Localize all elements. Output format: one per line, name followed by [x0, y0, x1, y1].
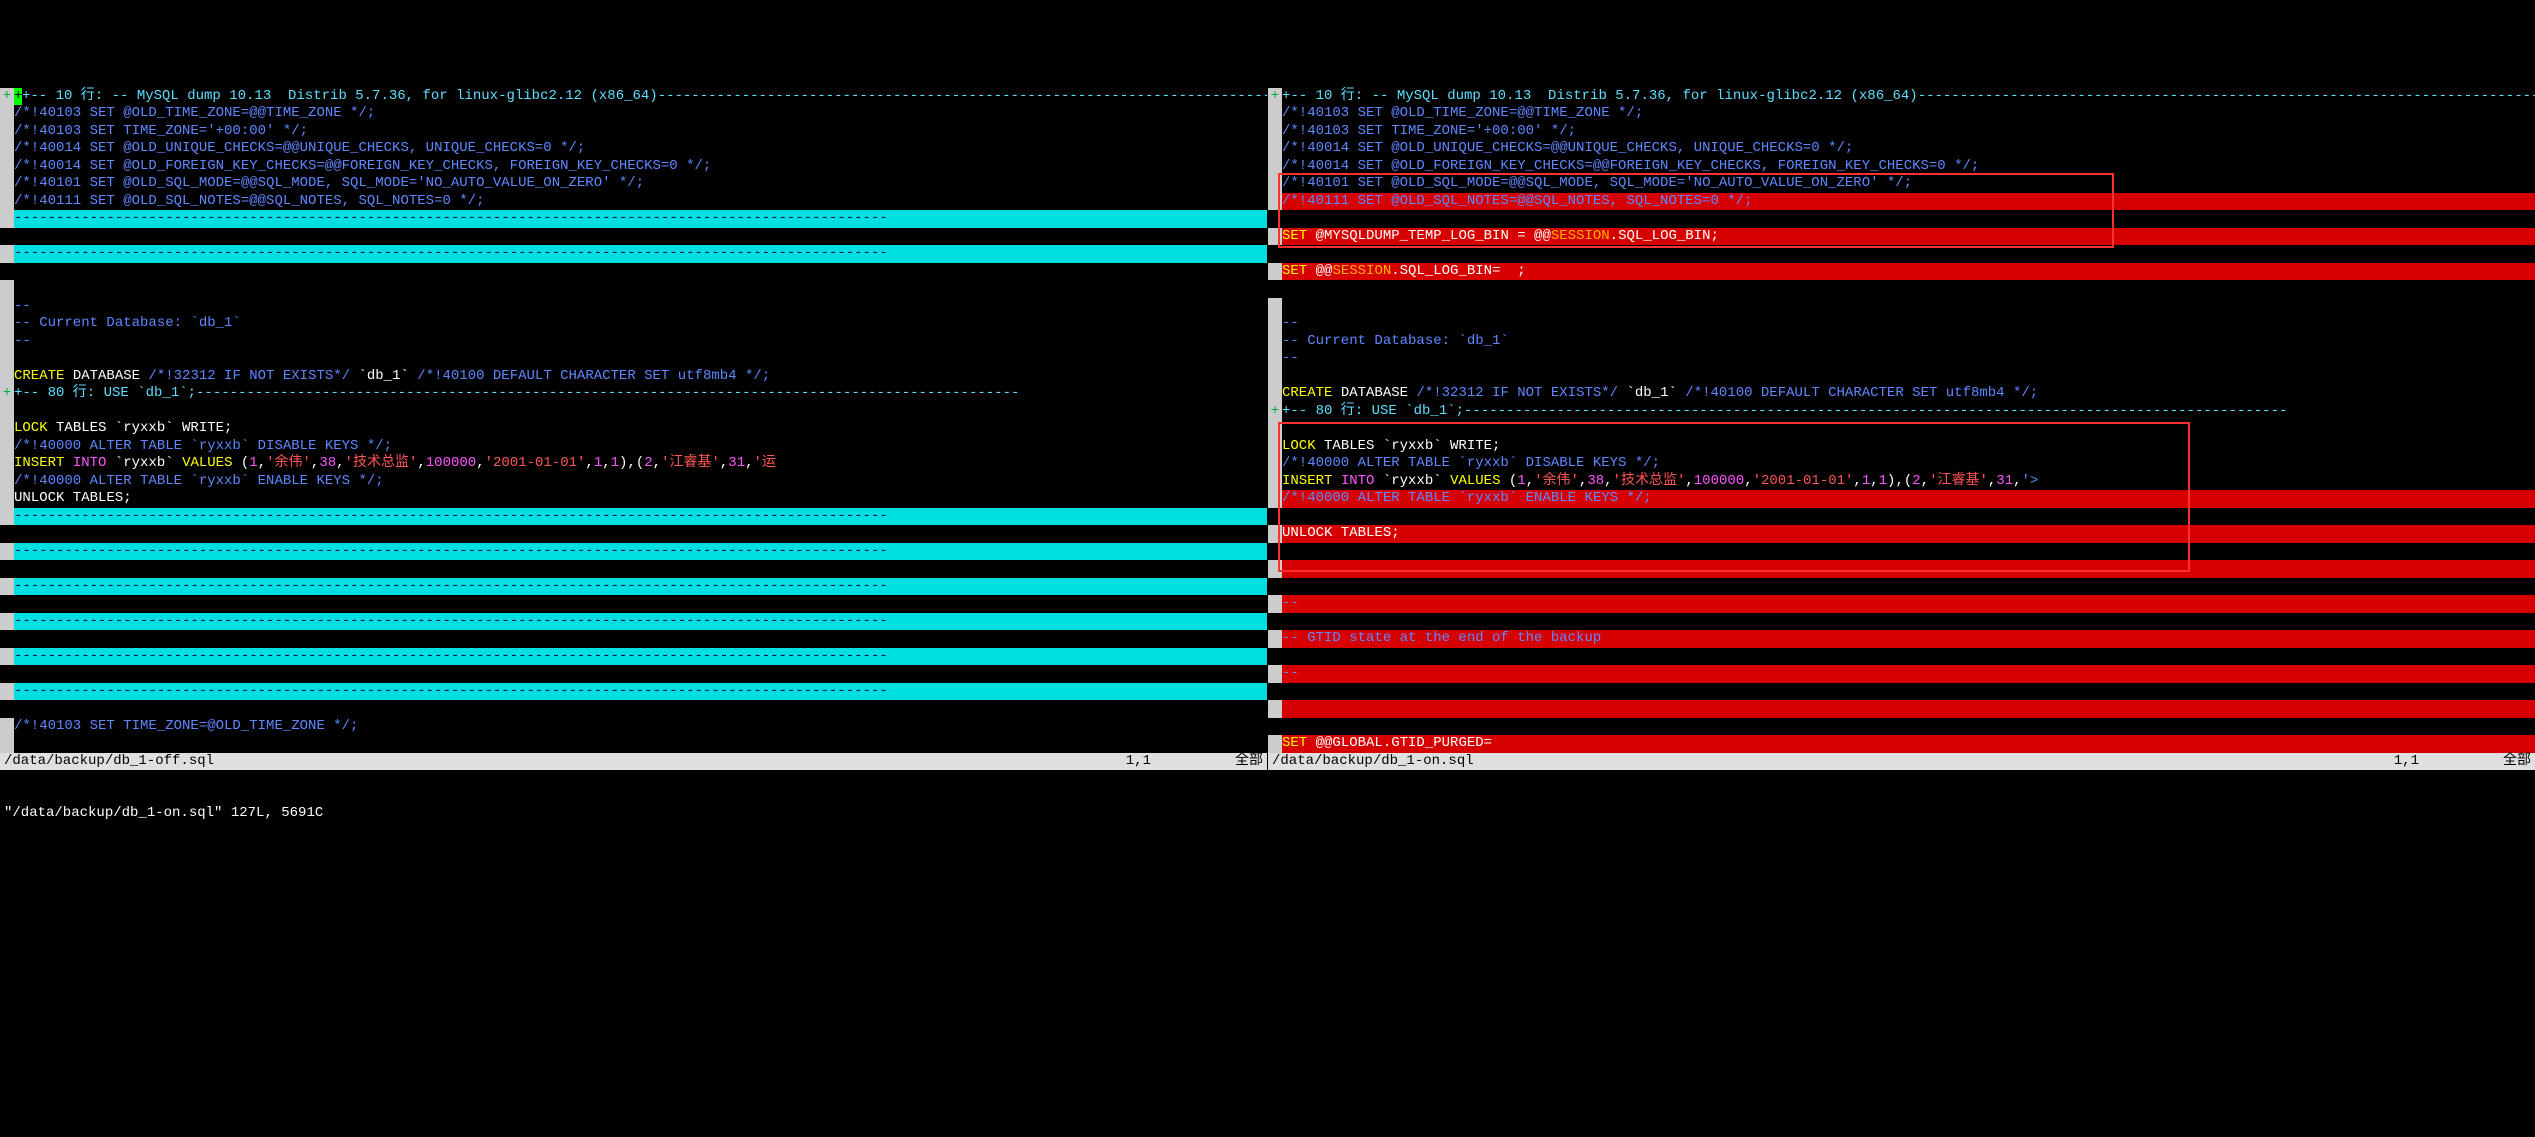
fold-marker[interactable]: +	[0, 88, 14, 106]
diff-added	[1268, 700, 2535, 718]
filename-left: /data/backup/db_1-off.sql	[4, 753, 214, 771]
cursor-pos-left: 1,1	[1126, 753, 1151, 769]
diff-added	[1268, 560, 2535, 578]
sql-comment: --	[14, 298, 31, 314]
fold-use-left[interactable]: +-- 80 行: USE `db_1`;	[14, 385, 1019, 401]
fold-marker[interactable]: +	[1268, 403, 1282, 421]
diff-added: SET @@SESSION.SQL_LOG_BIN= ;	[1268, 263, 2535, 281]
diff-added: --	[1268, 665, 2535, 683]
diff-added: SET @@GLOBAL.GTID_PURGED=	[1268, 735, 2535, 753]
diff-added: --	[1268, 595, 2535, 613]
left-buffer[interactable]: +++-- 10 行: -- MySQL dump 10.13 Distrib …	[0, 70, 1267, 753]
left-pane[interactable]: +++-- 10 行: -- MySQL dump 10.13 Distrib …	[0, 70, 1267, 770]
percent-right: 全部	[2503, 753, 2531, 769]
diff-added: /*!40000 ALTER TABLE `ryxxb` ENABLE KEYS…	[1268, 490, 2535, 508]
status-line-left: /data/backup/db_1-off.sql 1,1 全部	[0, 753, 1267, 771]
fold-header-left[interactable]: +-- 10 行: -- MySQL dump 10.13 Distrib 5.…	[22, 88, 1267, 104]
filename-right: /data/backup/db_1-on.sql	[1272, 753, 1474, 771]
kw-create: CREATE	[14, 368, 64, 384]
diff-added: SET @MYSQLDUMP_TEMP_LOG_BIN = @@SESSION.…	[1268, 228, 2535, 246]
right-buffer[interactable]: ++-- 10 行: -- MySQL dump 10.13 Distrib 5…	[1268, 70, 2535, 753]
sql-comment: /*!40103 SET @OLD_TIME_ZONE=@@TIME_ZONE …	[14, 105, 375, 121]
sql-comment: /*!40101 SET @OLD_SQL_MODE=@@SQL_MODE, S…	[14, 175, 644, 191]
diff-added: -- GTID state at the end of the backup	[1268, 630, 2535, 648]
diff-filler: ----------------------------------------…	[0, 245, 1267, 263]
sql-comment: /*!40111 SET @OLD_SQL_NOTES=@@SQL_NOTES,…	[14, 193, 484, 209]
fold-marker[interactable]: +	[1268, 88, 1282, 106]
status-line-right: /data/backup/db_1-on.sql 1,1 全部	[1268, 753, 2535, 771]
fold-header-right[interactable]: +-- 10 行: -- MySQL dump 10.13 Distrib 5.…	[1282, 88, 2535, 104]
sql-comment: /*!40014 SET @OLD_UNIQUE_CHECKS=@@UNIQUE…	[14, 140, 585, 156]
cursor-pos-right: 1,1	[2394, 753, 2419, 769]
sql-comment: /*!40103 SET TIME_ZONE='+00:00' */;	[14, 123, 308, 139]
diff-filler: ----------------------------------------…	[0, 613, 1267, 631]
diff-filler: ----------------------------------------…	[0, 543, 1267, 561]
diff-filler: ----------------------------------------…	[0, 210, 1267, 228]
vimdiff-window: +++-- 10 行: -- MySQL dump 10.13 Distrib …	[0, 70, 2535, 770]
cursor: +	[14, 88, 22, 106]
diff-filler: ----------------------------------------…	[0, 683, 1267, 701]
percent-left: 全部	[1235, 753, 1263, 769]
right-pane[interactable]: ++-- 10 行: -- MySQL dump 10.13 Distrib 5…	[1268, 70, 2535, 770]
diff-filler: ----------------------------------------…	[0, 648, 1267, 666]
diff-added: /*!40111 SET @OLD_SQL_NOTES=@@SQL_NOTES,…	[1268, 193, 2535, 211]
fold-marker[interactable]: +	[0, 385, 14, 403]
diff-added: UNLOCK TABLES;	[1268, 525, 2535, 543]
unlock: UNLOCK TABLES;	[14, 490, 132, 506]
diff-filler: ----------------------------------------…	[0, 578, 1267, 596]
command-line[interactable]: "/data/backup/db_1-on.sql" 127L, 5691C	[0, 805, 2535, 823]
sql-comment: -- Current Database: `db_1`	[14, 315, 241, 331]
sql-comment: --	[14, 333, 31, 349]
diff-filler: ----------------------------------------…	[0, 508, 1267, 526]
fold-use-right[interactable]: +-- 80 行: USE `db_1`;	[1282, 403, 2287, 419]
sql-comment: /*!40014 SET @OLD_FOREIGN_KEY_CHECKS=@@F…	[14, 158, 711, 174]
